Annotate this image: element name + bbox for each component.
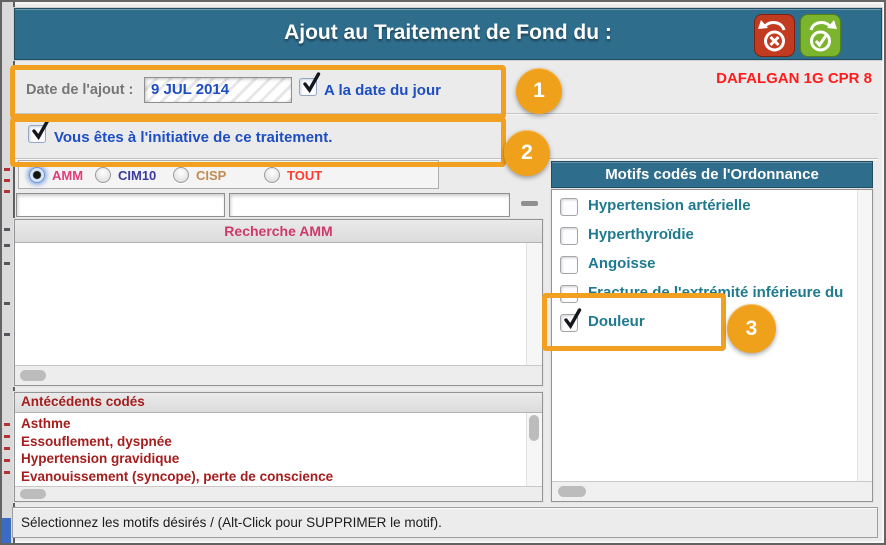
recherche-amm-hscrollbar[interactable] — [15, 365, 542, 385]
motifs-panel: Hypertension artérielle Hyperthyroïdie A… — [551, 189, 873, 502]
radio-cim10[interactable] — [95, 167, 111, 183]
antecedents-title: Antécédents codés — [15, 393, 542, 413]
antecedent-item[interactable]: Hypertension gravidique — [15, 450, 542, 468]
antecedent-item[interactable]: Essouflement, dyspnée — [15, 433, 542, 451]
motif-label: Fracture de l'extrémité inférieure du — [588, 285, 843, 301]
motif-label: Douleur — [588, 313, 645, 330]
radio-tout-label: TOUT — [287, 168, 322, 183]
checkmark-icon — [30, 118, 51, 141]
dialog-title: Ajout au Traitement de Fond du : — [15, 9, 881, 57]
scroll-thumb[interactable] — [20, 489, 46, 499]
motif-checkbox[interactable] — [560, 198, 578, 216]
motif-checkbox[interactable] — [560, 256, 578, 274]
radio-amm[interactable] — [29, 167, 45, 183]
scroll-thumb[interactable] — [20, 370, 46, 381]
motif-checkbox[interactable] — [560, 314, 578, 332]
today-checkbox-label: A la date du jour — [324, 82, 441, 99]
redo-confirm-icon — [801, 15, 840, 56]
undo-cancel-icon — [755, 15, 794, 56]
today-checkbox[interactable] — [299, 78, 317, 96]
search-filter-group: AMM CIM10 CISP TOUT — [18, 160, 439, 189]
annotation-badge-2: 2 — [504, 130, 550, 176]
initiative-checkbox-label: Vous êtes à l'initiative de ce traitemen… — [54, 129, 332, 146]
confirm-button[interactable] — [800, 14, 841, 57]
antecedents-panel: Antécédents codés Asthme Essouflement, d… — [14, 392, 543, 502]
annotation-badge-1: 1 — [516, 68, 562, 114]
motif-label: Hyperthyroïdie — [588, 226, 694, 243]
annotation-badge-3: 3 — [727, 304, 776, 353]
search-input-2[interactable] — [229, 193, 510, 217]
scroll-thumb[interactable] — [529, 415, 539, 441]
motif-checkbox[interactable] — [560, 227, 578, 245]
motif-row[interactable]: Douleur — [552, 314, 852, 336]
motif-label: Hypertension artérielle — [588, 197, 751, 214]
radio-cim10-label: CIM10 — [118, 168, 156, 183]
motif-row[interactable]: Hyperthyroïdie — [552, 227, 852, 247]
divider — [14, 113, 878, 115]
title-bar: Ajout au Traitement de Fond du : — [14, 8, 882, 60]
motif-checkbox[interactable] — [560, 285, 578, 303]
radio-cisp-label: CISP — [196, 168, 226, 183]
date-input[interactable]: 9 JUL 2014 — [144, 77, 292, 103]
antecedent-item[interactable]: Evanouissement (syncope), perte de consc… — [15, 468, 542, 486]
scroll-thumb[interactable] — [558, 486, 586, 497]
drug-name-label: DAFALGAN 1G CPR 8 — [716, 70, 872, 87]
motifs-vscrollbar[interactable] — [857, 190, 872, 482]
motif-row[interactable]: Angoisse — [552, 256, 852, 276]
search-input-1[interactable] — [16, 193, 225, 217]
recherche-amm-title: Recherche AMM — [15, 220, 542, 243]
motif-row[interactable]: Hypertension artérielle — [552, 198, 852, 218]
recherche-amm-vscrollbar[interactable] — [526, 243, 542, 366]
checkmark-icon — [301, 71, 322, 94]
motifs-hscrollbar[interactable] — [552, 481, 872, 501]
checkmark-icon — [562, 307, 583, 330]
antecedent-item[interactable]: Asthme — [15, 415, 542, 433]
splitter-handle-icon[interactable] — [521, 201, 538, 206]
antecedents-hscrollbar[interactable] — [15, 486, 542, 501]
cancel-button[interactable] — [754, 14, 795, 57]
radio-cisp[interactable] — [173, 167, 189, 183]
radio-amm-label: AMM — [52, 168, 83, 183]
status-bar: Sélectionnez les motifs désirés / (Alt-C… — [12, 507, 878, 538]
radio-tout[interactable] — [264, 167, 280, 183]
add-treatment-dialog: Ajout au Traitement de Fond du : DAFALGA… — [0, 0, 886, 545]
recherche-amm-panel: Recherche AMM — [14, 219, 543, 386]
motifs-header: Motifs codés de l'Ordonnance — [551, 161, 873, 188]
motif-row[interactable]: Fracture de l'extrémité inférieure du — [552, 285, 866, 305]
initiative-checkbox[interactable] — [28, 125, 46, 143]
antecedents-vscrollbar[interactable] — [526, 413, 542, 487]
motif-label: Angoisse — [588, 255, 656, 272]
date-label: Date de l'ajout : — [26, 82, 133, 98]
